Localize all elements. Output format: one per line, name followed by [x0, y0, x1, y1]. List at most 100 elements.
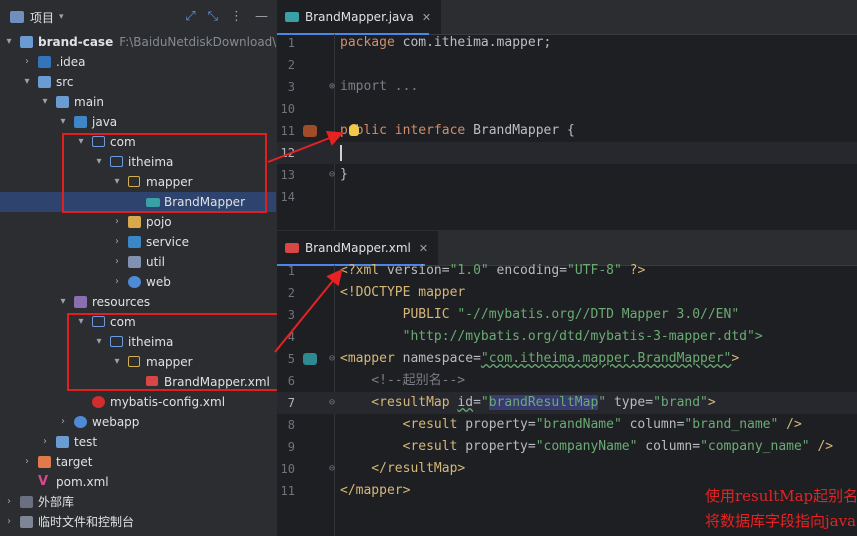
tree-item[interactable]: › util — [0, 252, 276, 272]
chevron-right-icon[interactable]: › — [40, 432, 50, 452]
chevron-down-icon[interactable]: ▾ — [76, 132, 86, 152]
options-menu-icon[interactable]: ⋮ — [230, 9, 243, 24]
close-tab-icon[interactable]: ✕ — [422, 11, 431, 24]
tree-item[interactable]: ▾ src — [0, 72, 276, 92]
tree-item[interactable]: ▾ mapper — [0, 172, 276, 192]
tree-item[interactable]: ▾ brand-case F:\BaiduNetdiskDownload\资 — [0, 32, 276, 52]
tree-item[interactable]: ▾ mapper — [0, 352, 276, 372]
code-line[interactable]: 1 <?xml version="1.0" encoding="UTF-8" ?> — [277, 260, 857, 282]
tree-item[interactable]: › service — [0, 232, 276, 252]
chevron-down-icon[interactable]: ▾ — [59, 12, 64, 22]
code-token: "brandName" — [535, 417, 622, 432]
tree-item[interactable]: › target — [0, 452, 276, 472]
chevron-down-icon[interactable]: ▾ — [58, 112, 68, 132]
code-token: <?xml — [340, 263, 387, 278]
tree-item[interactable]: BrandMapper — [0, 192, 276, 212]
chevron-down-icon[interactable]: ▾ — [40, 92, 50, 112]
tree-item[interactable]: › 临时文件和控制台 — [0, 512, 276, 532]
fold-marker-icon[interactable]: ⊖ — [329, 458, 335, 480]
chevron-down-icon[interactable]: ▾ — [4, 32, 14, 52]
code-line[interactable]: 9 <result property="companyName" column=… — [277, 436, 857, 458]
tree-item[interactable]: ▾ java — [0, 112, 276, 132]
chevron-right-icon[interactable]: › — [112, 232, 122, 252]
code-line[interactable]: 3 PUBLIC "-//mybatis.org//DTD Mapper 3.0… — [277, 304, 857, 326]
tree-item[interactable]: ▾ main — [0, 92, 276, 112]
fold-marker-icon[interactable]: ⊖ — [329, 348, 335, 370]
mybatis-interface-icon — [285, 12, 299, 22]
code-line[interactable]: 10 ⊖ </resultMap> — [277, 458, 857, 480]
chevron-down-icon[interactable]: ▾ — [94, 332, 104, 352]
tree-item[interactable]: › 外部库 — [0, 492, 276, 512]
folder-icon — [128, 356, 140, 367]
code-token: <!DOCTYPE mapper — [340, 285, 466, 300]
fold-marker-icon[interactable]: ⊕ — [329, 76, 335, 98]
tree-item-label: brand-case F:\BaiduNetdiskDownload\资 — [38, 32, 276, 52]
hide-panel-icon[interactable]: — — [255, 9, 268, 24]
code-line[interactable]: 3 ⊕ import ... — [277, 76, 857, 98]
tree-item[interactable]: ▾ itheima — [0, 332, 276, 352]
tree-item[interactable]: mybatis-config.xml — [0, 392, 276, 412]
code-line[interactable]: 11 public interface BrandMapper { — [277, 120, 857, 142]
code-text: </resultMap> — [340, 458, 465, 480]
src-folder-icon — [38, 76, 51, 88]
chevron-right-icon[interactable]: › — [4, 492, 14, 512]
code-text: <!--起别名--> — [340, 370, 465, 392]
tree-item[interactable]: ▾ com — [0, 132, 276, 152]
code-line[interactable]: 12 — [277, 142, 857, 164]
mybatis-gutter-icon[interactable] — [303, 353, 317, 365]
tab-brandmapper-java[interactable]: BrandMapper.java ✕ — [277, 0, 442, 34]
tree-item[interactable]: ▾ itheima — [0, 152, 276, 172]
line-number: 2 — [287, 58, 295, 72]
scratch-icon — [20, 516, 33, 528]
code-token: = — [527, 439, 536, 454]
chevron-right-icon[interactable]: › — [58, 412, 68, 432]
project-panel-title[interactable]: 项目 — [30, 9, 54, 26]
tree-item[interactable]: Vpom.xml — [0, 472, 276, 492]
code-line[interactable]: 2 <!DOCTYPE mapper — [277, 282, 857, 304]
code-line[interactable]: 10 — [277, 98, 857, 120]
tree-item[interactable]: › web — [0, 272, 276, 292]
tree-item[interactable]: › .idea — [0, 52, 276, 72]
chevron-right-icon[interactable]: › — [112, 252, 122, 272]
code-token: <result — [340, 417, 466, 432]
mybatis-gutter-icon[interactable] — [303, 125, 317, 137]
tree-item[interactable]: › test — [0, 432, 276, 452]
lightbulb-icon[interactable] — [349, 124, 359, 136]
tree-item[interactable]: BrandMapper.xml — [0, 372, 276, 392]
close-tab-icon[interactable]: ✕ — [419, 242, 428, 255]
tree-item[interactable]: ▾ resources — [0, 292, 276, 312]
code-line[interactable]: 8 <result property="brandName" column="b… — [277, 414, 857, 436]
code-line[interactable]: 13 ⊖} — [277, 164, 857, 186]
code-line[interactable]: 1 package com.itheima.mapper; — [277, 32, 857, 54]
tree-item-label: webapp — [92, 415, 140, 429]
chevron-right-icon[interactable]: › — [112, 212, 122, 232]
tree-item[interactable]: › webapp — [0, 412, 276, 432]
tree-item[interactable]: › pojo — [0, 212, 276, 232]
package-icon — [110, 156, 123, 167]
code-token: "company_name" — [700, 439, 810, 454]
line-number: 13 — [280, 168, 295, 182]
collapse-all-icon[interactable]: ⤡ — [208, 9, 218, 24]
chevron-down-icon[interactable]: ▾ — [112, 352, 122, 372]
tree-item[interactable]: ▾ com — [0, 312, 276, 332]
code-token: = — [473, 395, 481, 410]
chevron-down-icon[interactable]: ▾ — [58, 292, 68, 312]
code-line[interactable]: 7 ⊖ <resultMap id="brandResultMap" type="… — [277, 392, 857, 414]
fold-marker-icon[interactable]: ⊖ — [329, 392, 335, 414]
expand-all-icon[interactable]: ⤢ — [185, 9, 195, 24]
code-line[interactable]: 4 "http://mybatis.org/dtd/mybatis-3-mapp… — [277, 326, 857, 348]
fold-marker-icon[interactable]: ⊖ — [329, 164, 335, 186]
code-line[interactable]: 2 — [277, 54, 857, 76]
code-line[interactable]: 6 <!--起别名--> — [277, 370, 857, 392]
chevron-down-icon[interactable]: ▾ — [76, 312, 86, 332]
chevron-right-icon[interactable]: › — [22, 52, 32, 72]
chevron-right-icon[interactable]: › — [4, 512, 14, 532]
chevron-right-icon[interactable]: › — [112, 272, 122, 292]
chevron-down-icon[interactable]: ▾ — [22, 72, 32, 92]
code-line[interactable]: 5 ⊖ <mapper namespace="com.itheima.mapper.… — [277, 348, 857, 370]
code-line[interactable]: 14 — [277, 186, 857, 208]
chevron-down-icon[interactable]: ▾ — [94, 152, 104, 172]
code-text: "http://mybatis.org/dtd/mybatis-3-mapper… — [340, 326, 763, 348]
chevron-right-icon[interactable]: › — [22, 452, 32, 472]
chevron-down-icon[interactable]: ▾ — [112, 172, 122, 192]
